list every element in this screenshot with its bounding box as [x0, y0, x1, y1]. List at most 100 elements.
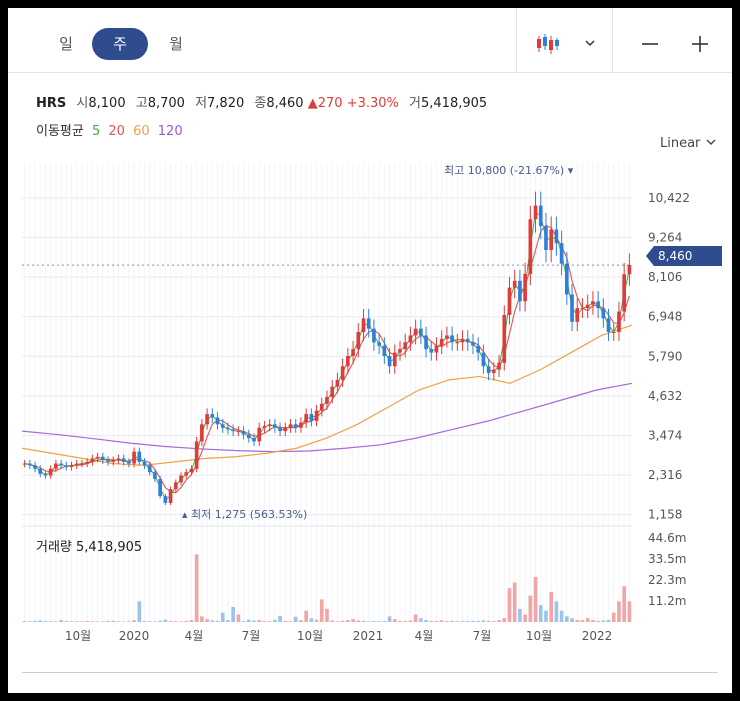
y-tick-label: 10,422 [648, 191, 690, 205]
volume-bar [38, 620, 43, 622]
volume-bar [413, 614, 418, 622]
candle-body [111, 460, 116, 462]
volume-bar [622, 586, 627, 622]
volume-bar [611, 612, 616, 622]
candle-body [147, 465, 152, 473]
candle-body [580, 308, 585, 310]
candle-body [445, 335, 449, 339]
volume-bar [570, 618, 574, 622]
x-tick-label: 10월 [65, 629, 91, 643]
volume-bar [424, 620, 428, 622]
candle-body [54, 463, 58, 469]
volume-bar [554, 601, 559, 622]
candle-body [330, 386, 335, 397]
candle-body [106, 460, 110, 462]
candle-body [220, 424, 225, 428]
volume-bar [434, 621, 439, 622]
candle-body [439, 338, 444, 346]
candle-body [585, 304, 590, 309]
volume-bar [419, 618, 423, 622]
volume-bar [168, 621, 173, 622]
volume-bar [377, 621, 381, 622]
candle-body [617, 311, 621, 333]
candle-body [314, 410, 319, 421]
candle-body [210, 414, 215, 418]
candle-body [398, 349, 402, 353]
volume-bar [262, 621, 267, 622]
candle-body [465, 338, 470, 343]
candle-body [497, 362, 501, 370]
x-tick-label: 2020 [119, 629, 150, 643]
volume-bar [293, 616, 298, 622]
volume-bar [299, 620, 303, 622]
candle-body [116, 458, 121, 461]
volume-bar [179, 621, 183, 622]
volume-bar [559, 610, 564, 622]
candle-body [392, 352, 397, 367]
volume-bar [627, 601, 632, 622]
volume-bar [549, 591, 554, 622]
candle-body [252, 437, 256, 442]
candle-body [372, 328, 376, 343]
volume-bar [252, 620, 256, 622]
candle-body [179, 475, 183, 483]
current-price-tag: 8,460 [646, 246, 722, 266]
volume-bar [59, 620, 63, 622]
candle-body [351, 349, 355, 356]
candle-body [132, 451, 136, 464]
volume-bar [95, 621, 100, 622]
volume-bar [518, 608, 522, 622]
price-chart[interactable]: 10,422 9,264 8,106 6,948 5,790 4,632 3,474 2,31… [8, 8, 732, 668]
volume-bar [137, 601, 142, 622]
volume-bar [64, 621, 69, 622]
candle-body [69, 465, 74, 468]
candle-body [241, 431, 246, 435]
candle-body [236, 431, 241, 433]
volume-tick-label: 22.3m [648, 573, 686, 587]
volume-bar [121, 621, 126, 622]
x-tick-label: 10월 [526, 629, 552, 643]
volume-bar [591, 620, 595, 622]
candle-body [382, 345, 387, 356]
volume-bar [356, 620, 361, 622]
volume-bar [580, 620, 585, 622]
volume-bar [366, 621, 371, 622]
candle-body [205, 414, 209, 425]
candle-body [194, 441, 199, 469]
y-tick-label: 5,790 [648, 349, 682, 363]
volume-tick-label: 33.5m [648, 552, 686, 566]
candle-body [246, 434, 251, 438]
candle-body [231, 429, 235, 432]
candle-body [502, 314, 507, 363]
candle-body [596, 301, 600, 309]
volume-bar [226, 620, 230, 622]
x-tick-label: 7월 [242, 629, 261, 643]
candle-body [606, 318, 611, 333]
volume-bar [408, 620, 413, 622]
volume-bar [314, 619, 319, 622]
candle-body [544, 226, 548, 251]
y-tick-label: 4,632 [648, 389, 682, 403]
volume-bar [205, 619, 209, 622]
x-tick-label: 4월 [185, 629, 204, 643]
candle-body [471, 342, 475, 346]
volume-bar [27, 621, 32, 622]
volume-bar [200, 616, 204, 622]
volume-bar [132, 620, 136, 622]
volume-bar [351, 619, 355, 622]
candle-body [460, 338, 465, 343]
volume-bar [465, 621, 470, 622]
candle-body [80, 463, 84, 465]
volume-bar [398, 620, 402, 622]
x-tick-label: 2021 [353, 629, 384, 643]
candle-body [377, 342, 381, 346]
y-tick-label: 1,158 [648, 508, 682, 522]
y-tick-label: 2,316 [648, 468, 682, 482]
volume-bar [111, 620, 116, 622]
volume-bar [288, 621, 293, 622]
candle-body [288, 424, 293, 428]
volume-bar [335, 621, 340, 622]
candle-body [168, 489, 173, 503]
volume-bar [429, 620, 434, 622]
candle-body [27, 463, 32, 466]
